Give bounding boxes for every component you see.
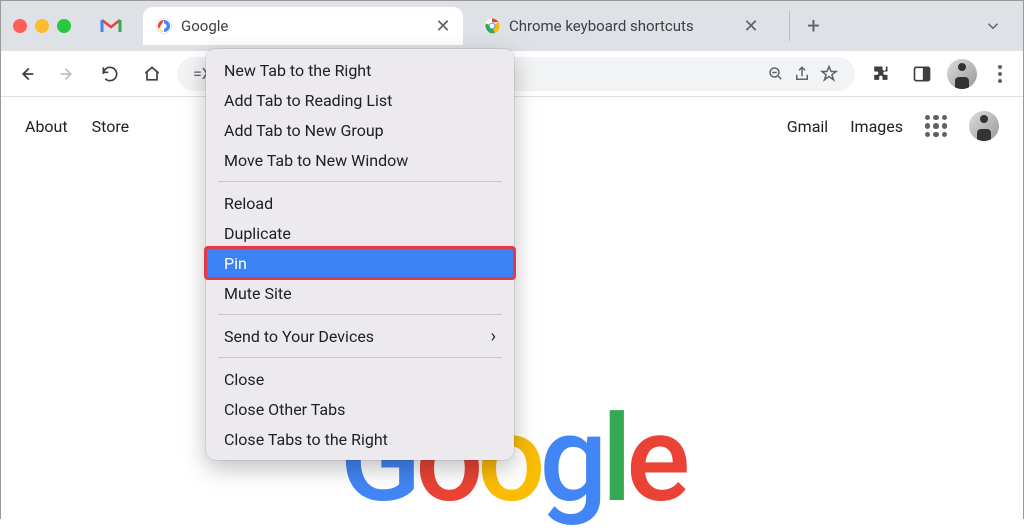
puzzle-icon — [870, 64, 890, 84]
zoom-icon[interactable] — [767, 65, 785, 83]
forward-button[interactable] — [51, 57, 85, 91]
ctx-reload[interactable]: Reload — [206, 188, 514, 218]
ctx-separator — [218, 181, 502, 182]
chevron-right-icon: › — [491, 326, 496, 347]
arrow-left-icon — [15, 63, 37, 85]
maximize-window-button[interactable] — [57, 19, 71, 33]
dot-icon — [998, 72, 1002, 76]
close-tab-icon[interactable]: ✕ — [435, 18, 451, 34]
ctx-mute-site[interactable]: Mute Site — [206, 278, 514, 308]
google-favicon-icon — [155, 17, 173, 35]
dot-icon — [998, 65, 1002, 69]
extensions-button[interactable] — [863, 57, 897, 91]
google-account-avatar[interactable] — [969, 111, 999, 141]
pinned-tab-gmail[interactable] — [99, 14, 123, 38]
store-link[interactable]: Store — [92, 117, 129, 136]
images-link[interactable]: Images — [850, 117, 903, 136]
share-icon[interactable] — [793, 65, 811, 83]
back-button[interactable] — [9, 57, 43, 91]
close-window-button[interactable] — [13, 19, 27, 33]
overflow-menu-button[interactable] — [985, 57, 1015, 91]
close-tab-icon[interactable]: ✕ — [743, 18, 759, 34]
ctx-send-devices[interactable]: Send to Your Devices › — [206, 321, 514, 351]
ctx-label: Send to Your Devices — [224, 327, 374, 346]
home-icon — [142, 64, 162, 84]
minimize-window-button[interactable] — [35, 19, 49, 33]
chevron-down-icon — [984, 17, 1002, 35]
tab-title: Google — [181, 17, 427, 35]
ctx-add-new-group[interactable]: Add Tab to New Group — [206, 115, 514, 145]
panel-icon — [912, 64, 932, 84]
reload-icon — [100, 64, 120, 84]
chrome-favicon-icon — [483, 17, 501, 35]
tab-context-menu: New Tab to the Right Add Tab to Reading … — [206, 49, 514, 460]
ctx-pin[interactable]: Pin — [206, 248, 514, 278]
dot-icon — [998, 79, 1002, 83]
ctx-separator — [218, 314, 502, 315]
tab-title: Chrome keyboard shortcuts — [509, 17, 735, 35]
sidepanel-button[interactable] — [905, 57, 939, 91]
ctx-close[interactable]: Close — [206, 364, 514, 394]
tab-strip: Google ✕ Chrome keyboard shortcuts ✕ + — [1, 1, 1023, 51]
tab-other[interactable]: Chrome keyboard shortcuts ✕ — [471, 7, 771, 45]
gmail-link[interactable]: Gmail — [787, 117, 828, 136]
about-link[interactable]: About — [25, 117, 68, 136]
ctx-move-new-window[interactable]: Move Tab to New Window — [206, 145, 514, 175]
window-controls — [13, 19, 71, 33]
ctx-duplicate[interactable]: Duplicate — [206, 218, 514, 248]
gmail-icon — [99, 14, 123, 38]
tab-active[interactable]: Google ✕ — [143, 7, 463, 45]
arrow-right-icon — [57, 63, 79, 85]
ctx-separator — [218, 357, 502, 358]
profile-avatar[interactable] — [947, 59, 977, 89]
new-tab-button[interactable]: + — [789, 11, 819, 41]
ctx-add-reading-list[interactable]: Add Tab to Reading List — [206, 85, 514, 115]
ctx-close-other[interactable]: Close Other Tabs — [206, 394, 514, 424]
ctx-close-right[interactable]: Close Tabs to the Right — [206, 424, 514, 454]
home-button[interactable] — [135, 57, 169, 91]
tab-overflow-button[interactable] — [983, 16, 1003, 36]
reload-button[interactable] — [93, 57, 127, 91]
ctx-new-tab-right[interactable]: New Tab to the Right — [206, 55, 514, 85]
google-apps-button[interactable] — [925, 115, 947, 137]
star-icon[interactable] — [819, 64, 839, 84]
